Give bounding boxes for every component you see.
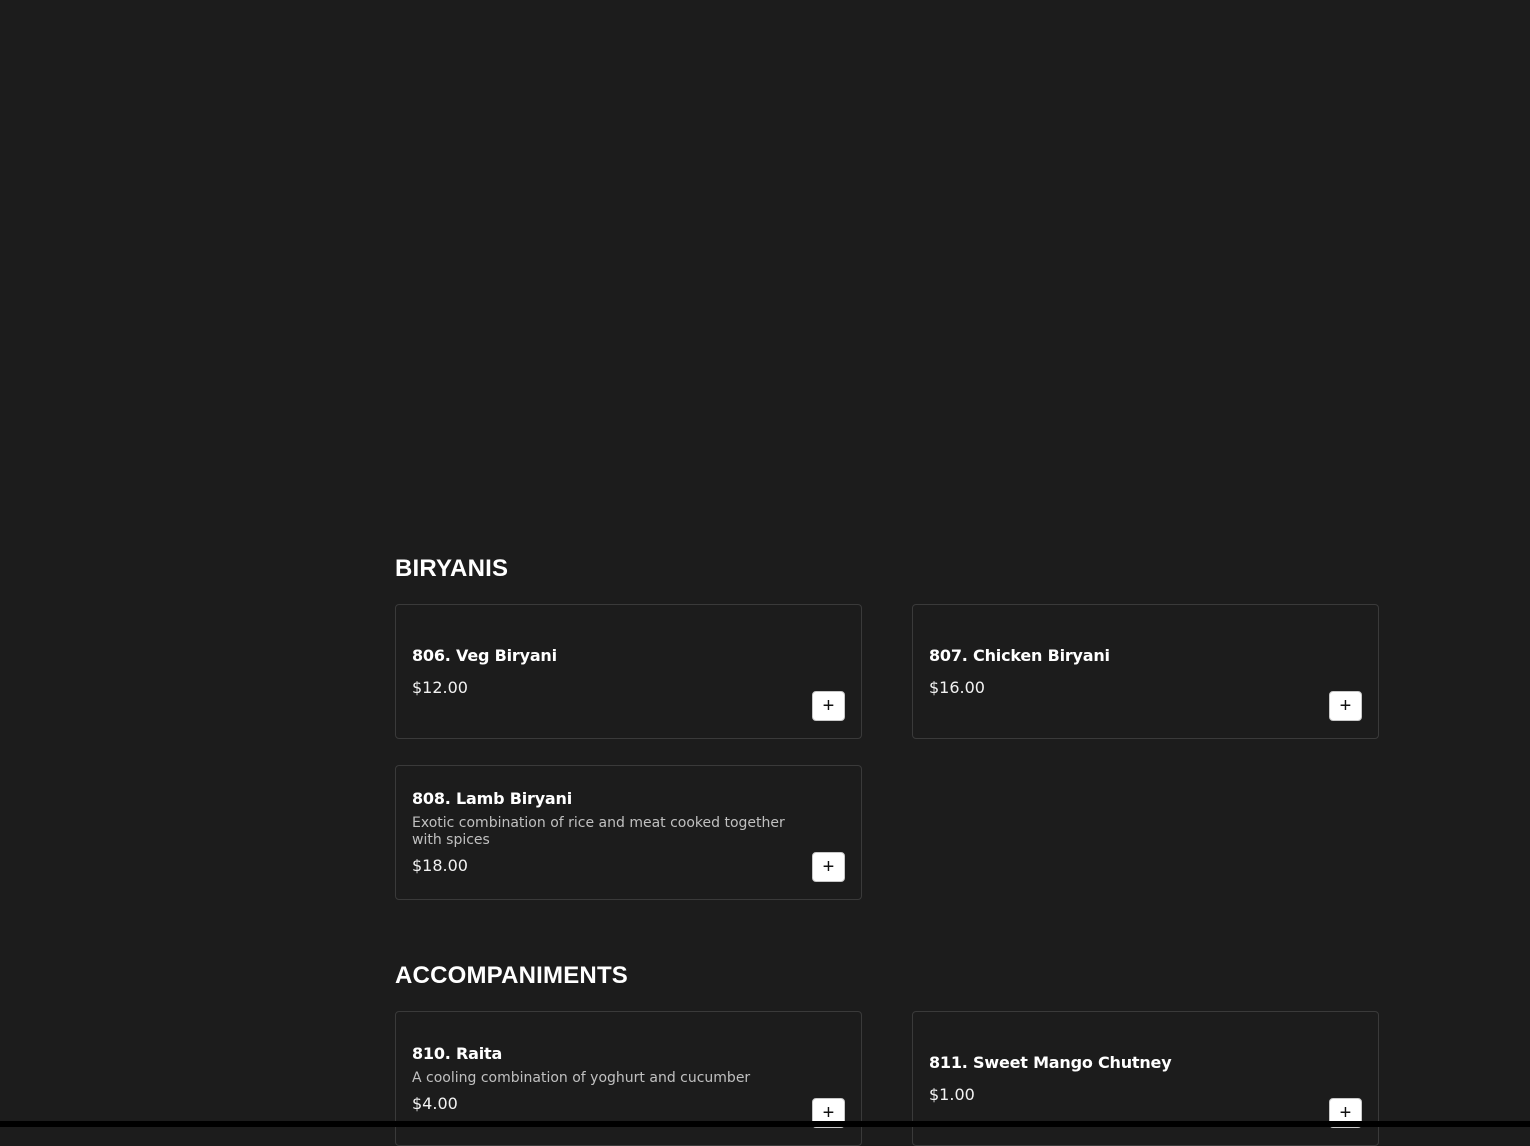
item-name: 811. Sweet Mango Chutney	[929, 1052, 1172, 1072]
add-item-button[interactable]: +	[812, 691, 845, 721]
item-price: $1.00	[929, 1084, 975, 1104]
menu-item-card-veg-biryani[interactable]: 806. Veg Biryani $12.00 +	[395, 604, 862, 739]
plus-icon: +	[822, 1102, 835, 1124]
menu-item-card-chicken-biryani[interactable]: 807. Chicken Biryani $16.00 +	[912, 604, 1379, 739]
item-name: 806. Veg Biryani	[412, 645, 557, 665]
item-name: 810. Raita	[412, 1043, 503, 1063]
item-description: A cooling combination of yoghurt and cuc…	[412, 1069, 751, 1086]
bottom-edge	[0, 1121, 1530, 1127]
item-price: $18.00	[412, 856, 468, 875]
add-item-button[interactable]: +	[1329, 691, 1362, 721]
item-name: 808. Lamb Biryani	[412, 789, 573, 808]
item-price: $16.00	[929, 677, 985, 697]
plus-icon: +	[822, 695, 835, 717]
item-price: $12.00	[412, 677, 468, 697]
plus-icon: +	[822, 856, 835, 878]
menu-item-info: 807. Chicken Biryani $16.00	[929, 605, 1318, 738]
section-title-biryanis: BIRYANIS	[395, 555, 509, 582]
item-description: Exotic combination of rice and meat cook…	[412, 815, 785, 848]
menu-item-info: 808. Lamb Biryani Exotic combination of …	[412, 766, 801, 899]
section-title-accompaniments: ACCOMPANIMENTS	[395, 962, 629, 989]
menu-item-info: 806. Veg Biryani $12.00	[412, 605, 801, 738]
menu-item-card-lamb-biryani[interactable]: 808. Lamb Biryani Exotic combination of …	[395, 765, 862, 900]
add-item-button[interactable]: +	[812, 852, 845, 882]
item-name: 807. Chicken Biryani	[929, 645, 1110, 665]
plus-icon: +	[1339, 1102, 1352, 1124]
item-price: $4.00	[412, 1093, 458, 1113]
plus-icon: +	[1339, 695, 1352, 717]
